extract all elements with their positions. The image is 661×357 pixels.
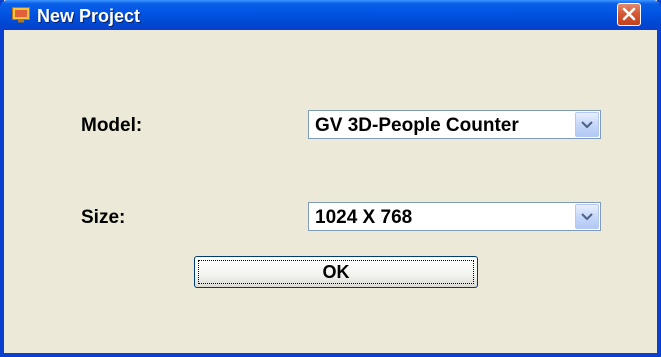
model-combobox[interactable]: GV 3D-People Counter	[308, 110, 601, 139]
model-label: Model:	[81, 115, 143, 136]
ok-button[interactable]: OK	[194, 256, 478, 288]
model-dropdown-button[interactable]	[575, 112, 599, 137]
window-title: New Project	[37, 6, 141, 26]
title-bar[interactable]: New Project	[0, 0, 661, 30]
app-icon	[12, 7, 30, 23]
size-value: 1024 X 768	[315, 207, 413, 228]
dialog-body: Model: GV 3D-People Counter Size: 1024 X…	[4, 30, 657, 353]
model-value: GV 3D-People Counter	[315, 115, 519, 136]
new-project-dialog: New Project Model: GV 3D-People Counter …	[0, 0, 661, 357]
size-label: Size:	[81, 207, 126, 228]
size-dropdown-button[interactable]	[575, 204, 599, 229]
close-button[interactable]	[617, 3, 641, 26]
ok-button-label: OK	[322, 262, 350, 282]
size-combobox[interactable]: 1024 X 768	[308, 202, 601, 231]
